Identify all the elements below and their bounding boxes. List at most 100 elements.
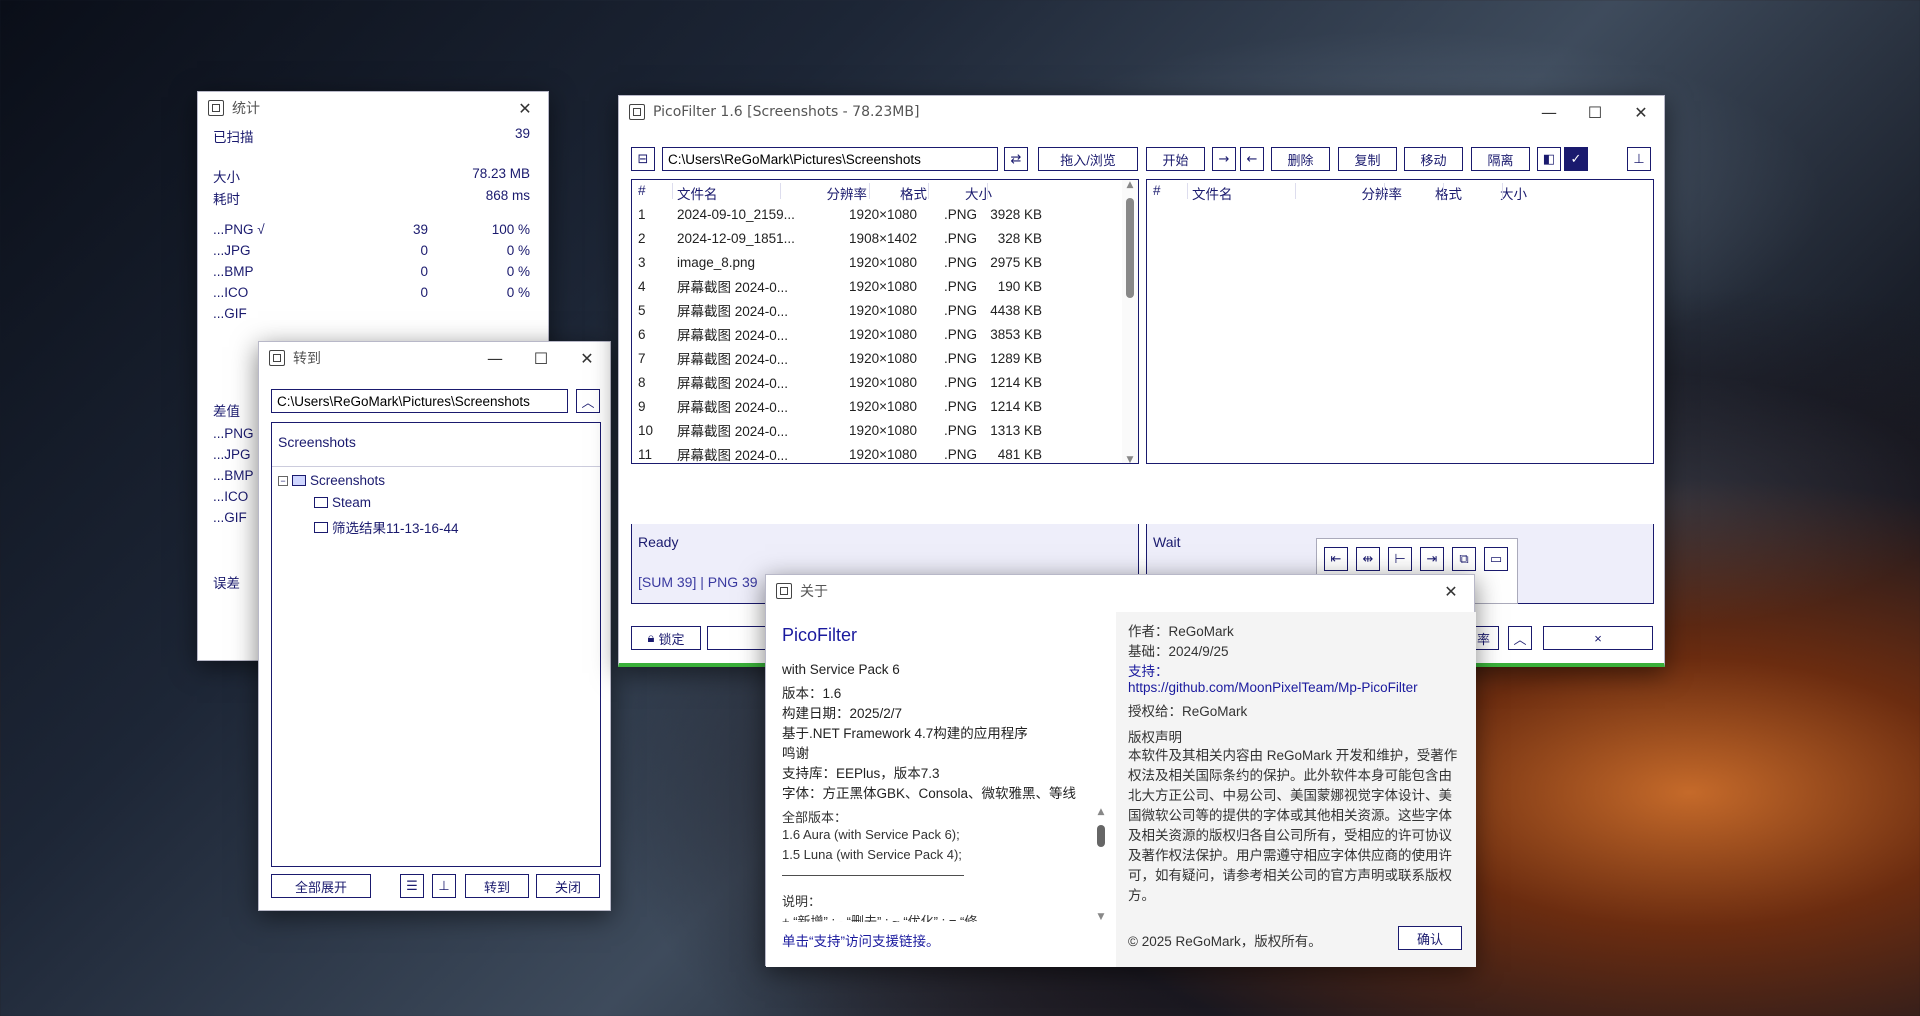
confirm-button[interactable]: 确认 <box>1398 926 1462 950</box>
table-row[interactable]: 9 屏幕截图 2024-0... 1920×1080 .PNG 1214 KB <box>632 394 1122 418</box>
scrollbar[interactable]: ▲ ▼ <box>1094 807 1108 922</box>
column-header[interactable]: 格式 <box>900 183 927 203</box>
column-header[interactable]: 大小 <box>1500 183 1527 203</box>
close-icon[interactable]: ✕ <box>564 342 610 374</box>
table-row[interactable]: 6 屏幕截图 2024-0... 1920×1080 .PNG 3853 KB <box>632 322 1122 346</box>
column-divider[interactable] <box>1502 183 1503 199</box>
maximize-icon[interactable]: ☐ <box>518 342 564 374</box>
align-right-icon[interactable]: ⇥ <box>1420 547 1444 571</box>
swap-icon[interactable]: ⇄ <box>1004 147 1028 171</box>
goto-path-input[interactable]: C:\Users\ReGoMark\Pictures\Screenshots <box>271 389 568 413</box>
copy-icon[interactable]: ⧉ <box>1452 547 1476 571</box>
go-button[interactable]: 转到 <box>465 874 529 898</box>
source-file-list: # 文件名 分辨率 格式 大小 1 2024-09-10_2159... 1920×1080… <box>631 179 1139 464</box>
table-row[interactable]: 11 屏幕截图 2024-0... 1920×1080 .PNG 481 KB <box>632 442 1122 464</box>
arrow-right-icon[interactable]: → <box>1212 147 1236 171</box>
support-hint: 单击“支持”访问支援链接。 <box>782 934 940 949</box>
align-start-icon[interactable]: ⊢ <box>1388 547 1412 571</box>
expand-all-button[interactable]: 全部展开 <box>271 874 371 898</box>
column-divider[interactable] <box>780 183 781 199</box>
table-cell: .PNG <box>943 398 977 414</box>
delete-button[interactable]: 删除 <box>1271 147 1330 171</box>
drag-browse-button[interactable]: 拖入/浏览 <box>1038 147 1138 171</box>
align-left-icon[interactable]: ⇤ <box>1324 547 1348 571</box>
column-divider[interactable] <box>1443 183 1444 199</box>
check-icon[interactable]: ✓ <box>1564 147 1588 171</box>
scroll-up-icon[interactable]: ▲ <box>1122 180 1138 190</box>
copy-button[interactable]: 复制 <box>1338 147 1397 171</box>
window-icon[interactable]: ▭ <box>1484 547 1508 571</box>
minimize-icon[interactable]: — <box>1526 96 1572 128</box>
column-header[interactable]: # <box>1153 183 1161 198</box>
support-link[interactable]: https://github.com/MoonPixelTeam/Mp-Pico… <box>1128 680 1418 695</box>
column-header[interactable]: 分辨率 <box>1362 183 1403 203</box>
scroll-down-icon[interactable]: ▼ <box>1094 912 1108 922</box>
chevron-up-icon[interactable]: ︿ <box>1508 626 1532 650</box>
stats-title: 统计 <box>232 101 260 117</box>
version-line: 1.5 Luna (with Service Pack 4); <box>782 847 962 862</box>
tree-item[interactable]: Steam <box>314 495 371 510</box>
column-header[interactable]: # <box>638 183 646 198</box>
table-row[interactable]: 8 屏幕截图 2024-0... 1920×1080 .PNG 1214 KB <box>632 370 1122 394</box>
lock-button[interactable]: 🔒︎ 锁定 <box>631 626 701 650</box>
table-cell: .PNG <box>943 446 977 462</box>
column-divider[interactable] <box>1384 183 1385 199</box>
column-divider[interactable] <box>1295 183 1296 199</box>
column-header[interactable]: 文件名 <box>1192 183 1233 203</box>
stats-row-value: 868 ms <box>485 188 530 203</box>
column-divider[interactable] <box>672 183 673 199</box>
tree-item[interactable]: 筛选结果11-13-16-44 <box>314 517 459 537</box>
version-line: —————————————— <box>782 867 964 882</box>
collapse-icon[interactable]: − <box>278 475 288 486</box>
close-icon[interactable]: ✕ <box>502 92 548 124</box>
column-divider[interactable] <box>1187 183 1188 199</box>
panel-layout-icon[interactable]: ◧ <box>1537 147 1561 171</box>
tree-root[interactable]: − Screenshots <box>278 473 385 488</box>
column-header[interactable]: 文件名 <box>677 183 718 203</box>
table-row[interactable]: 3 image_8.png 1920×1080 .PNG 2975 KB <box>632 250 1122 274</box>
scroll-down-icon[interactable]: ▼ <box>1122 455 1138 463</box>
about-info-line: 支持库：EEPlus，版本7.3 <box>782 766 940 781</box>
table-row[interactable]: 1 2024-09-10_2159... 1920×1080 .PNG 3928 KB <box>632 202 1122 226</box>
clear-button[interactable]: × <box>1543 626 1653 650</box>
path-input[interactable]: C:\Users\ReGoMark\Pictures\Screenshots <box>662 147 998 171</box>
table-cell: 屏幕截图 2024-0... <box>677 304 789 319</box>
start-button[interactable]: 开始 <box>1146 147 1205 171</box>
pin-icon[interactable]: ⊥ <box>1627 147 1651 171</box>
arrow-left-icon[interactable]: ← <box>1240 147 1264 171</box>
column-divider[interactable] <box>928 183 929 199</box>
isolate-button[interactable]: 隔离 <box>1471 147 1530 171</box>
list-header: # 文件名 分辨率 格式 大小 <box>632 180 1072 202</box>
column-header[interactable]: 分辨率 <box>827 183 868 203</box>
chevron-up-icon[interactable]: ︿ <box>576 389 600 413</box>
about-info-line: 字体：方正黑体GBK、Consola、微软雅黑、等线 <box>782 786 1077 801</box>
scroll-thumb[interactable] <box>1097 825 1105 847</box>
table-row[interactable]: 5 屏幕截图 2024-0... 1920×1080 .PNG 4438 KB <box>632 298 1122 322</box>
table-row[interactable]: 4 屏幕截图 2024-0... 1920×1080 .PNG 190 KB <box>632 274 1122 298</box>
column-header[interactable]: 格式 <box>1435 183 1462 203</box>
stats-row-label: ...PNG √ <box>213 222 265 237</box>
stats-titlebar: 统计 <box>198 92 548 124</box>
goto-title: 转到 <box>293 351 321 367</box>
scroll-thumb[interactable] <box>1126 198 1134 298</box>
scroll-up-icon[interactable]: ▲ <box>1094 807 1108 817</box>
close-icon[interactable]: ✕ <box>1428 575 1474 607</box>
table-row[interactable]: 10 屏幕截图 2024-0... 1920×1080 .PNG 1313 KB <box>632 418 1122 442</box>
layout-icon[interactable]: ☰ <box>400 874 424 898</box>
table-row[interactable]: 7 屏幕截图 2024-0... 1920×1080 .PNG 1289 KB <box>632 346 1122 370</box>
close-icon[interactable]: ✕ <box>1618 96 1664 128</box>
folder-icon <box>314 497 328 508</box>
close-button[interactable]: 关闭 <box>536 874 600 898</box>
column-divider[interactable] <box>987 183 988 199</box>
minimize-icon[interactable]: — <box>472 342 518 374</box>
footer-copyright: © 2025 ReGoMark，版权所有。 <box>1128 934 1322 949</box>
table-row[interactable]: 2 2024-12-09_1851... 1908×1402 .PNG 328 KB <box>632 226 1122 250</box>
column-divider[interactable] <box>869 183 870 199</box>
pin-icon[interactable]: ⊥ <box>432 874 456 898</box>
move-button[interactable]: 移动 <box>1404 147 1463 171</box>
align-center-icon[interactable]: ⇹ <box>1356 547 1380 571</box>
maximize-icon[interactable]: ☐ <box>1572 96 1618 128</box>
table-cell: 1920×1080 <box>849 326 917 342</box>
scrollbar[interactable]: ▲ ▼ <box>1122 180 1138 463</box>
tree-icon[interactable]: ⊟ <box>631 147 655 171</box>
